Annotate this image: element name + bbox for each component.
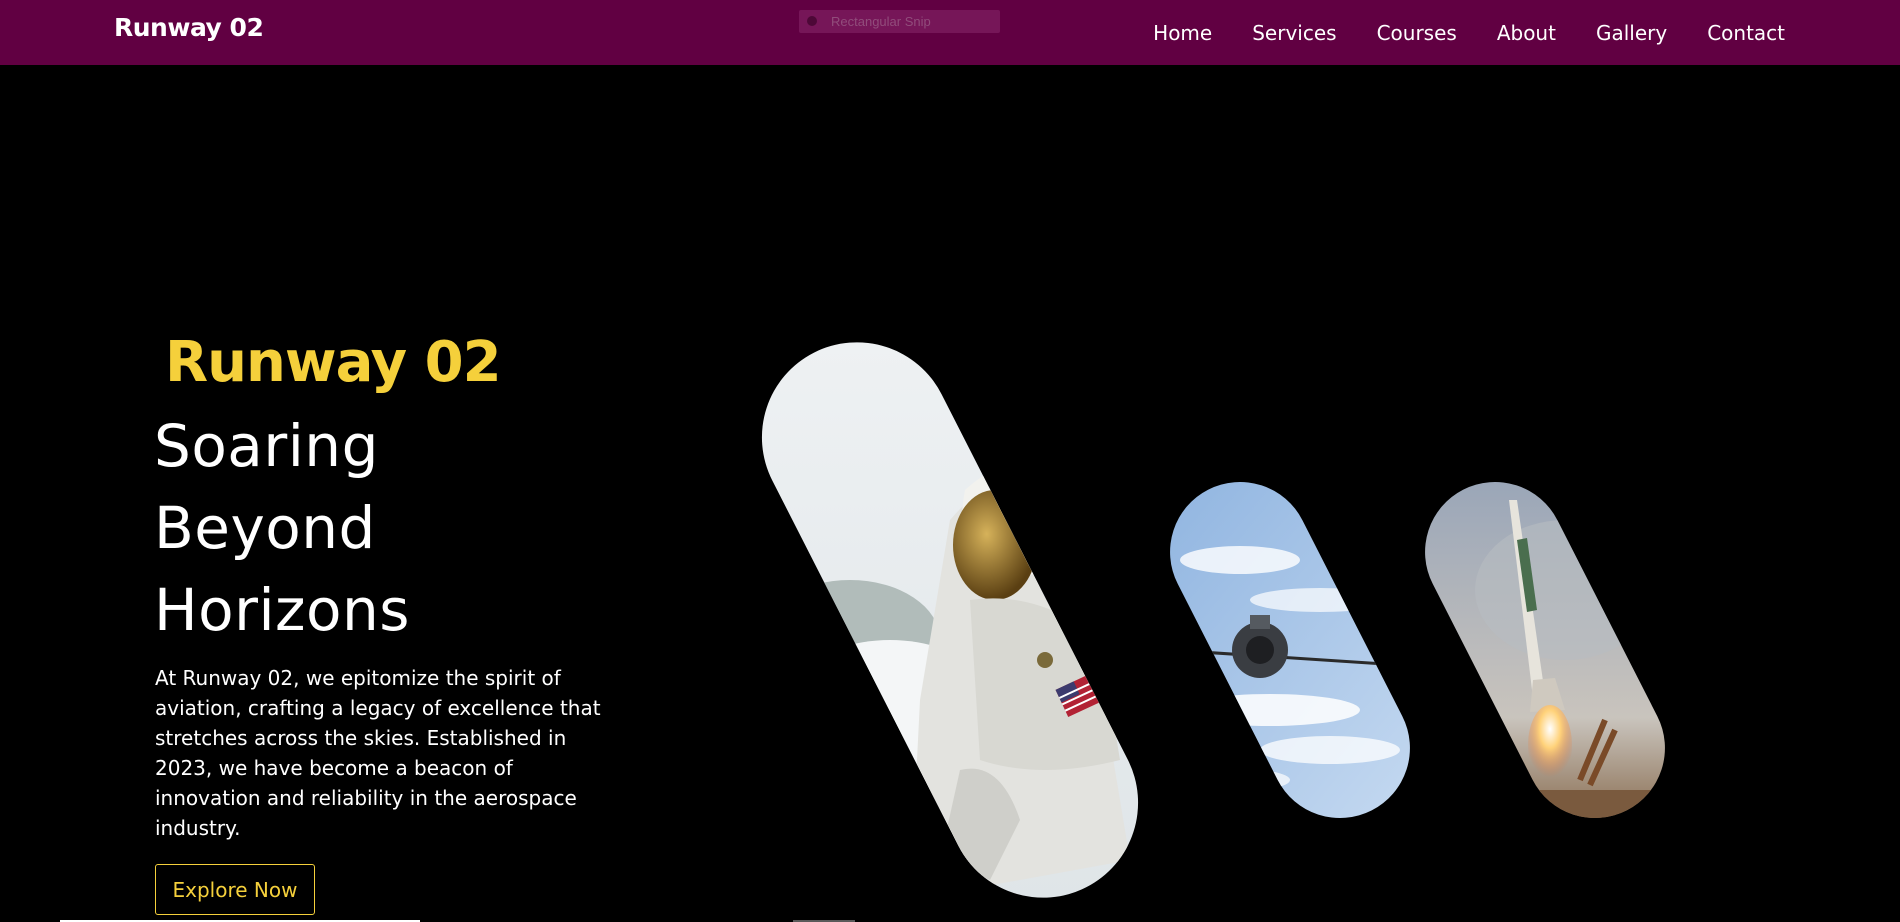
- nav-about[interactable]: About: [1497, 21, 1556, 45]
- nav-services[interactable]: Services: [1252, 21, 1336, 45]
- brand-logo[interactable]: Runway 02: [114, 13, 264, 42]
- explore-now-button[interactable]: Explore Now: [155, 864, 315, 915]
- nav-home[interactable]: Home: [1153, 21, 1212, 45]
- hero-tagline-line-2: Beyond: [154, 494, 376, 562]
- snip-icon: [807, 16, 817, 26]
- rocket-launch-image: [1405, 480, 1685, 820]
- navbar: Runway 02 Rectangular Snip Home Services…: [0, 0, 1900, 65]
- main-nav: Home Services Courses About Gallery Cont…: [1153, 0, 1785, 65]
- nav-contact[interactable]: Contact: [1707, 21, 1785, 45]
- astronaut-image: [740, 340, 1160, 900]
- nav-courses[interactable]: Courses: [1377, 21, 1457, 45]
- hero-description: At Runway 02, we epitomize the spirit of…: [155, 666, 601, 840]
- hero-tagline-line-3: Horizons: [154, 576, 410, 644]
- snip-overlay[interactable]: Rectangular Snip: [799, 10, 1000, 33]
- hero-brand-title: Runway 02: [165, 330, 502, 395]
- snip-overlay-label: Rectangular Snip: [831, 14, 931, 29]
- hero-tagline-line-1: Soaring: [154, 412, 379, 480]
- spacecraft-image: [1150, 480, 1430, 820]
- nav-gallery[interactable]: Gallery: [1596, 21, 1667, 45]
